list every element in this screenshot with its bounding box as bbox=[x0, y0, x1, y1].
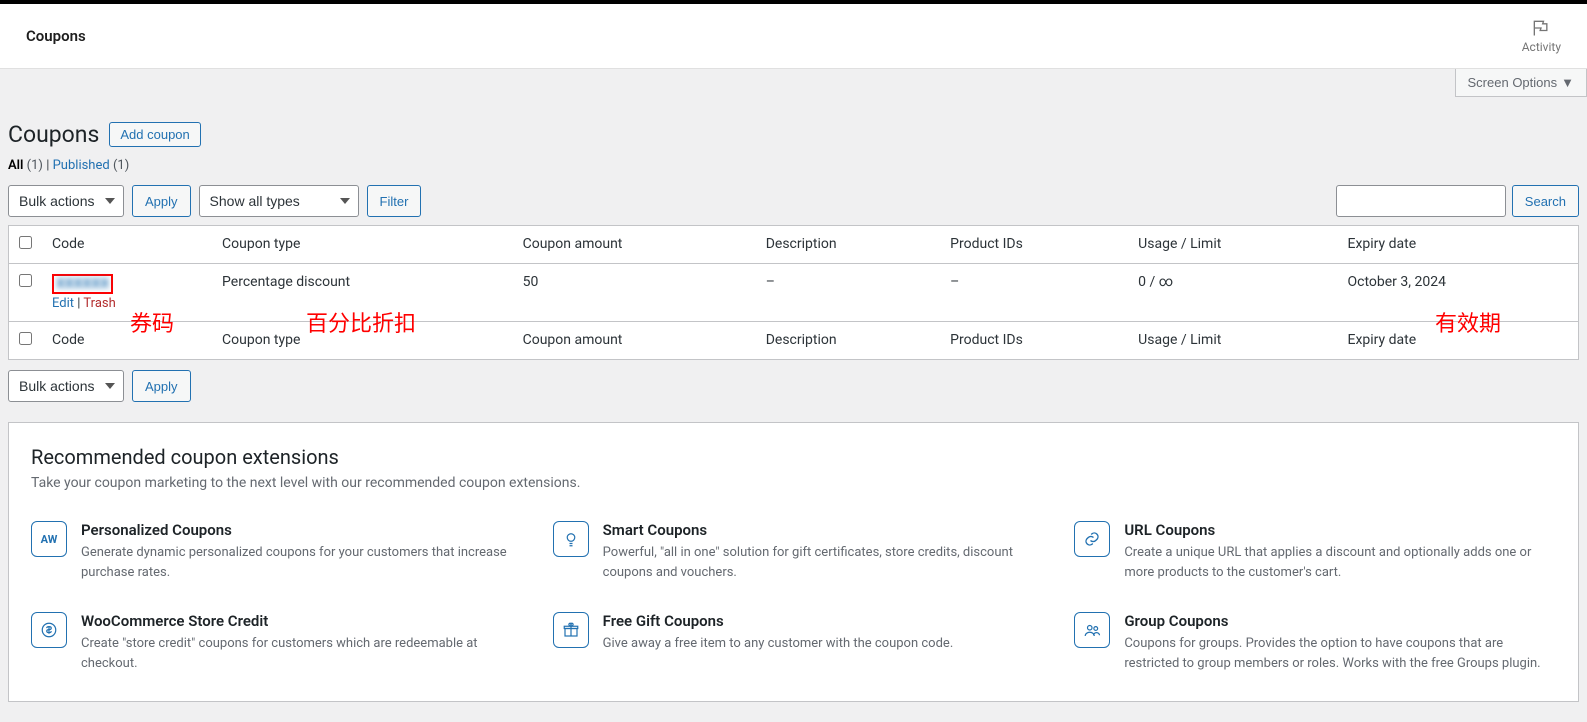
filter-published-link[interactable]: Published bbox=[53, 158, 110, 173]
col-expiry[interactable]: Expiry date bbox=[1338, 226, 1579, 264]
bulk-apply-bottom-button[interactable]: Apply bbox=[132, 370, 191, 402]
topbar-title: Coupons bbox=[26, 27, 86, 45]
admin-top-bar: Coupons Activity bbox=[0, 4, 1587, 69]
extension-store-credit[interactable]: WooCommerce Store Credit Create "store c… bbox=[31, 612, 513, 673]
extension-free-gift-coupons[interactable]: Free Gift Coupons Give away a free item … bbox=[553, 612, 1035, 673]
col-code-foot[interactable]: Code bbox=[42, 321, 212, 359]
cell-type: Percentage discount bbox=[212, 264, 513, 321]
coupons-table: Code Coupon type Coupon amount Descripti… bbox=[8, 225, 1579, 360]
extensions-panel: Recommended coupon extensions Take your … bbox=[8, 422, 1579, 702]
filter-all-link[interactable]: All bbox=[8, 158, 23, 173]
cell-usage: 0 / ∞ bbox=[1128, 264, 1337, 321]
col-description-foot[interactable]: Description bbox=[756, 321, 940, 359]
col-amount-foot[interactable]: Coupon amount bbox=[513, 321, 756, 359]
trash-link[interactable]: Trash bbox=[83, 296, 115, 311]
page-title: Coupons bbox=[8, 121, 99, 148]
extension-desc: Create "store credit" coupons for custom… bbox=[81, 634, 513, 673]
row-checkbox[interactable] bbox=[19, 274, 32, 287]
extension-desc: Powerful, "all in one" solution for gift… bbox=[603, 543, 1035, 582]
extension-personalized-coupons[interactable]: AW Personalized Coupons Generate dynamic… bbox=[31, 521, 513, 582]
col-code[interactable]: Code bbox=[42, 226, 212, 264]
coupon-code-redacted[interactable]: XXXXXX bbox=[52, 274, 113, 294]
extensions-subtitle: Take your coupon marketing to the next l… bbox=[31, 475, 1556, 491]
extension-title: URL Coupons bbox=[1124, 521, 1556, 539]
bulk-apply-top-button[interactable]: Apply bbox=[132, 185, 191, 217]
extension-group-coupons[interactable]: Group Coupons Coupons for groups. Provid… bbox=[1074, 612, 1556, 673]
bulk-actions-select-top[interactable]: Bulk actions bbox=[8, 185, 124, 217]
col-product-ids-foot[interactable]: Product IDs bbox=[940, 321, 1128, 359]
col-description[interactable]: Description bbox=[756, 226, 940, 264]
table-row: XXXXXX Edit | Trash Percentage discount … bbox=[9, 264, 1578, 321]
dollar-icon bbox=[31, 612, 67, 648]
extension-title: WooCommerce Store Credit bbox=[81, 612, 513, 630]
col-usage-foot[interactable]: Usage / Limit bbox=[1128, 321, 1337, 359]
col-type-foot[interactable]: Coupon type bbox=[212, 321, 513, 359]
status-filter-links: All (1) | Published (1) bbox=[8, 158, 1579, 173]
extension-title: Group Coupons bbox=[1124, 612, 1556, 630]
extension-title: Smart Coupons bbox=[603, 521, 1035, 539]
col-amount[interactable]: Coupon amount bbox=[513, 226, 756, 264]
add-coupon-button[interactable]: Add coupon bbox=[109, 122, 200, 147]
activity-label: Activity bbox=[1522, 40, 1561, 54]
col-type[interactable]: Coupon type bbox=[212, 226, 513, 264]
search-input[interactable] bbox=[1336, 185, 1506, 217]
extension-url-coupons[interactable]: URL Coupons Create a unique URL that app… bbox=[1074, 521, 1556, 582]
cell-amount: 50 bbox=[513, 264, 756, 321]
select-all-bottom-checkbox[interactable] bbox=[19, 332, 32, 345]
cell-description: – bbox=[756, 264, 940, 321]
coupon-type-filter-select[interactable]: Show all types bbox=[199, 185, 359, 217]
group-icon bbox=[1074, 612, 1110, 648]
col-expiry-foot[interactable]: Expiry date bbox=[1338, 321, 1579, 359]
extension-title: Free Gift Coupons bbox=[603, 612, 954, 630]
col-product-ids[interactable]: Product IDs bbox=[940, 226, 1128, 264]
edit-link[interactable]: Edit bbox=[52, 296, 74, 311]
link-icon bbox=[1074, 521, 1110, 557]
screen-options-button[interactable]: Screen Options ▼ bbox=[1455, 69, 1587, 97]
filter-all-count: (1) bbox=[27, 158, 43, 173]
bulk-actions-select-bottom[interactable]: Bulk actions bbox=[8, 370, 124, 402]
extension-desc: Give away a free item to any customer wi… bbox=[603, 634, 954, 654]
flag-icon bbox=[1531, 18, 1551, 38]
filter-all-label: All bbox=[8, 158, 23, 173]
cell-product-ids: – bbox=[940, 264, 1128, 321]
extensions-title: Recommended coupon extensions bbox=[31, 445, 1556, 469]
filter-published-label: Published bbox=[53, 158, 110, 173]
gift-icon bbox=[553, 612, 589, 648]
caret-down-icon: ▼ bbox=[1561, 75, 1574, 90]
row-actions: Edit | Trash bbox=[52, 296, 202, 311]
select-all-top-checkbox[interactable] bbox=[19, 236, 32, 249]
activity-button[interactable]: Activity bbox=[1522, 18, 1561, 54]
search-button[interactable]: Search bbox=[1512, 185, 1579, 217]
extension-desc: Generate dynamic personalized coupons fo… bbox=[81, 543, 513, 582]
col-usage[interactable]: Usage / Limit bbox=[1128, 226, 1337, 264]
cell-expiry: October 3, 2024 bbox=[1338, 264, 1579, 321]
extension-title: Personalized Coupons bbox=[81, 521, 513, 539]
extension-smart-coupons[interactable]: Smart Coupons Powerful, "all in one" sol… bbox=[553, 521, 1035, 582]
extension-desc: Create a unique URL that applies a disco… bbox=[1124, 543, 1556, 582]
filter-published-count: (1) bbox=[113, 158, 129, 173]
filter-button[interactable]: Filter bbox=[367, 185, 422, 217]
extension-desc: Coupons for groups. Provides the option … bbox=[1124, 634, 1556, 673]
aw-icon: AW bbox=[31, 521, 67, 557]
bulb-icon bbox=[553, 521, 589, 557]
screen-options-label: Screen Options bbox=[1468, 75, 1558, 90]
